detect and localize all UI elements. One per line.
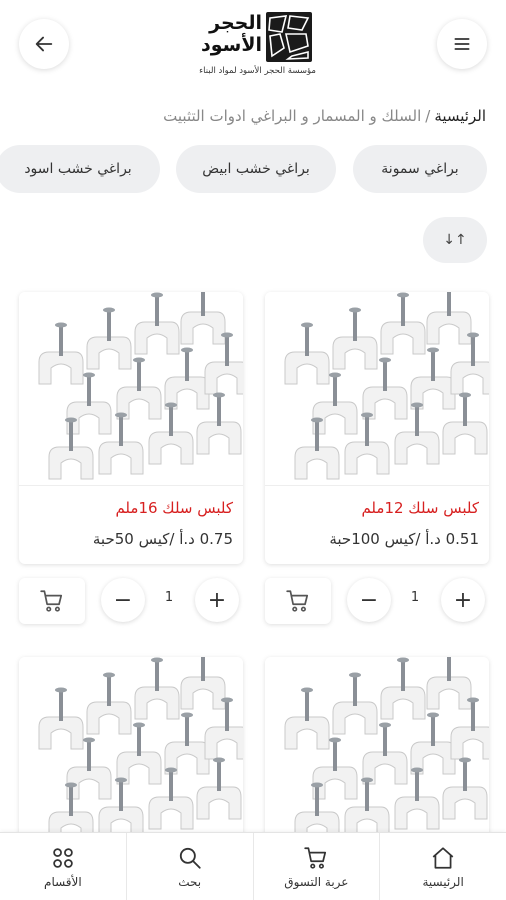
product-image	[265, 657, 489, 851]
product-image	[265, 292, 489, 486]
quantity-controls: − 1 +	[19, 578, 243, 628]
product-price: 0.51 د.أ /كيس 100حبة	[329, 530, 479, 548]
logo-mark-icon	[266, 12, 312, 62]
add-to-cart-button[interactable]	[19, 578, 85, 624]
nav-home[interactable]: الرئيسية	[380, 833, 506, 900]
back-button[interactable]	[19, 19, 69, 69]
logo-title: الحجر الأسود	[200, 12, 262, 56]
nav-cart[interactable]: عربة التسوق	[254, 833, 381, 900]
minus-icon: −	[113, 587, 133, 613]
product-card[interactable]	[19, 657, 243, 857]
sort-button[interactable]: ↓↑	[423, 217, 487, 263]
product-image	[19, 657, 243, 851]
sort-icon: ↓↑	[443, 232, 467, 248]
brand-logo: الحجر الأسود مؤسسة الحجر الأسود لمواد ال…	[176, 8, 316, 78]
quantity-value: 1	[410, 590, 420, 605]
breadcrumb-separator: /	[425, 107, 431, 125]
subcategory-chips: براغي سمونة براغي خشب ابيض براغي خشب اسو…	[0, 145, 506, 195]
product-card[interactable]: كلبس سلك 16ملم 0.75 د.أ /كيس 50حبة	[19, 292, 243, 564]
product-title[interactable]: كلبس سلك 16ملم	[115, 499, 233, 517]
nav-search-label: بحث	[178, 874, 202, 889]
back-arrow-icon	[35, 36, 53, 52]
breadcrumb-home-link[interactable]: الرئيسية	[434, 107, 486, 125]
nav-search[interactable]: بحث	[127, 833, 254, 900]
logo-subtitle: مؤسسة الحجر الأسود لمواد البناء	[199, 66, 316, 76]
add-to-cart-button[interactable]	[265, 578, 331, 624]
product-price: 0.75 د.أ /كيس 50حبة	[92, 530, 233, 548]
product-title[interactable]: كلبس سلك 12ملم	[361, 499, 479, 517]
nav-categories-label: الأقسام	[44, 874, 82, 889]
plus-icon: +	[207, 587, 227, 613]
home-icon	[432, 846, 454, 869]
menu-button[interactable]	[437, 19, 487, 69]
breadcrumb-current: السلك و المسمار و البراغي ادوات التثبيت	[163, 107, 422, 125]
app-header: الحجر الأسود مؤسسة الحجر الأسود لمواد ال…	[0, 0, 506, 92]
nav-categories[interactable]: الأقسام	[0, 833, 127, 900]
nav-home-label: الرئيسية	[422, 874, 464, 889]
cart-icon	[286, 590, 309, 612]
increase-quantity-button[interactable]: +	[195, 578, 239, 622]
grid-icon	[53, 847, 73, 868]
decrease-quantity-button[interactable]: −	[347, 578, 391, 622]
quantity-value: 1	[164, 590, 174, 605]
hamburger-menu-icon	[454, 38, 470, 50]
decrease-quantity-button[interactable]: −	[101, 578, 145, 622]
chip-subcategory[interactable]: براغي سمونة	[353, 145, 487, 193]
quantity-controls: − 1 +	[265, 578, 489, 628]
nav-cart-label: عربة التسوق	[284, 874, 349, 889]
minus-icon: −	[359, 587, 379, 613]
breadcrumb: الرئيسية/السلك و المسمار و البراغي ادوات…	[163, 107, 486, 125]
plus-icon: +	[453, 587, 473, 613]
cart-icon	[40, 590, 63, 612]
increase-quantity-button[interactable]: +	[441, 578, 485, 622]
bottom-navigation: الأقسام بحث عربة التسوق الرئيسية	[0, 832, 506, 900]
product-card[interactable]: كلبس سلك 12ملم 0.51 د.أ /كيس 100حبة	[265, 292, 489, 564]
search-icon	[179, 847, 201, 869]
chip-subcategory[interactable]: براغي خشب ابيض	[176, 145, 336, 193]
chip-subcategory[interactable]: براغي خشب اسود	[0, 145, 160, 193]
product-card[interactable]	[265, 657, 489, 857]
cart-icon	[304, 846, 327, 869]
product-image	[19, 292, 243, 486]
